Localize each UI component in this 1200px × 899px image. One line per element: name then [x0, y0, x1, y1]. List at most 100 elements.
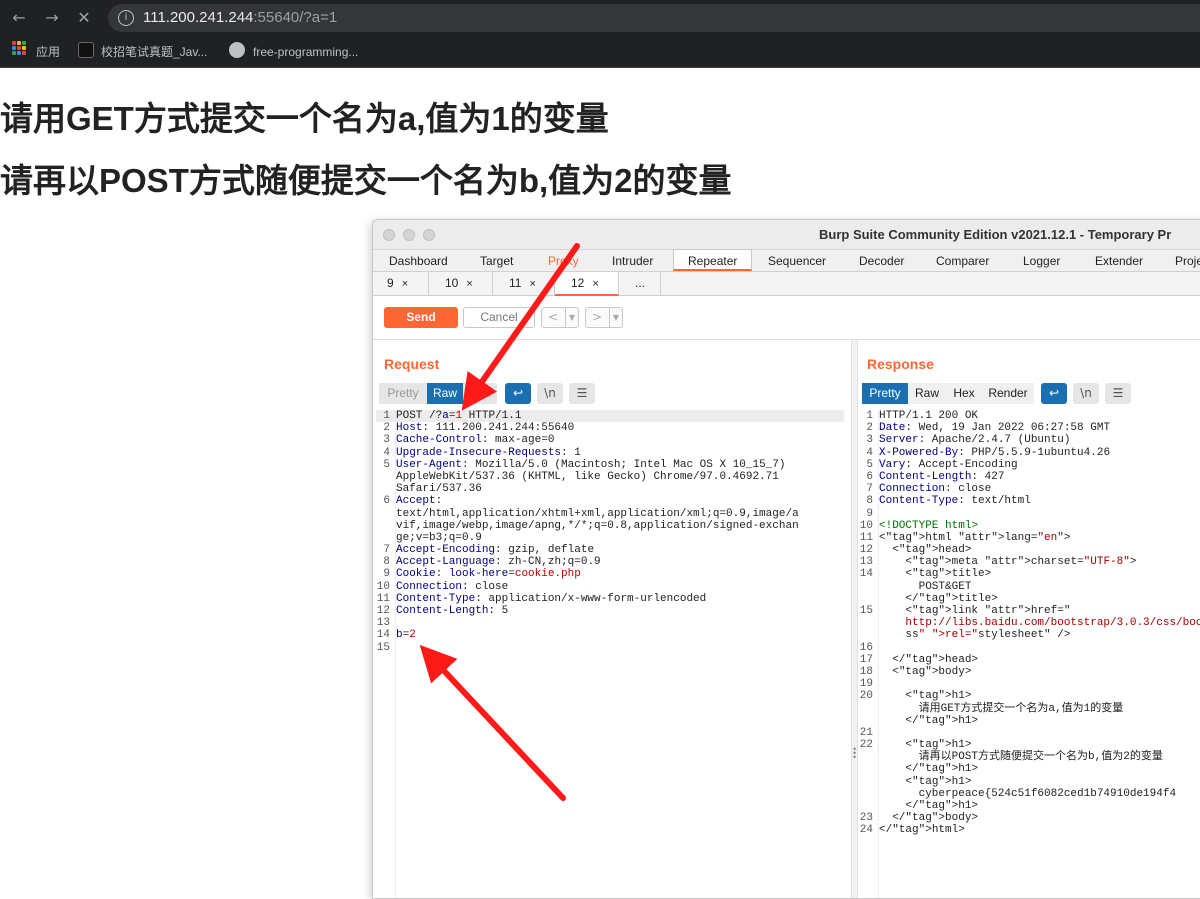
- code-line[interactable]: 20 <"tag">h1>: [859, 690, 1200, 702]
- next-request-button[interactable]: > ▼: [585, 307, 623, 328]
- bookmark-free-programming[interactable]: free-programming...: [253, 43, 358, 61]
- code-line[interactable]: 6 Accept:: [376, 495, 844, 507]
- response-pretty-tab[interactable]: Pretty: [862, 383, 908, 404]
- code-line[interactable]: 10 Connection: close: [376, 581, 844, 593]
- close-icon[interactable]: ×: [529, 278, 535, 290]
- code-line[interactable]: 请用GET方式提交一个名为a,值为1的变量: [859, 703, 1200, 715]
- code-line[interactable]: 22 <"tag">h1>: [859, 739, 1200, 751]
- tab-logger[interactable]: Logger: [1023, 250, 1060, 272]
- sub-tab-10[interactable]: 10 ×: [429, 272, 493, 296]
- code-line[interactable]: 1 POST /?a=1 HTTP/1.1: [376, 410, 844, 423]
- code-line[interactable]: 17 </"tag">head>: [859, 654, 1200, 666]
- tab-comparer[interactable]: Comparer: [936, 250, 989, 272]
- tab-proxy[interactable]: Proxy: [548, 250, 579, 272]
- code-line[interactable]: 2 Host: 111.200.241.244:55640: [376, 422, 844, 434]
- response-raw-tab[interactable]: Raw: [908, 383, 946, 404]
- close-icon[interactable]: ×: [402, 278, 408, 290]
- tab-target[interactable]: Target: [480, 250, 513, 272]
- code-line[interactable]: ge;v=b3;q=0.9: [376, 532, 844, 544]
- sub-tab-9[interactable]: 9 ×: [373, 272, 429, 296]
- sub-tab-more[interactable]: ...: [619, 272, 661, 296]
- code-line[interactable]: 3 Cache-Control: max-age=0: [376, 434, 844, 446]
- code-line[interactable]: <"tag">h1>: [859, 776, 1200, 788]
- code-line[interactable]: </"tag">title>: [859, 593, 1200, 605]
- bookmark-apps[interactable]: 应用: [36, 43, 60, 61]
- code-line[interactable]: 18 <"tag">body>: [859, 666, 1200, 678]
- request-pretty-tab[interactable]: Pretty: [379, 383, 427, 404]
- sub-tab-12[interactable]: 12 ×: [555, 272, 619, 296]
- code-line[interactable]: </"tag">h1>: [859, 800, 1200, 812]
- code-line[interactable]: 16: [859, 642, 1200, 654]
- tab-sequencer[interactable]: Sequencer: [768, 250, 826, 272]
- chevron-down-icon[interactable]: ▼: [609, 308, 622, 327]
- code-line[interactable]: 9 Cookie: look-here=cookie.php: [376, 568, 844, 580]
- wrap-lines-icon[interactable]: ↩: [1041, 383, 1067, 404]
- tab-dashboard[interactable]: Dashboard: [389, 250, 448, 272]
- code-line[interactable]: 5 Vary: Accept-Encoding: [859, 459, 1200, 471]
- code-line[interactable]: 10 <!DOCTYPE html>: [859, 520, 1200, 532]
- minimize-window-icon[interactable]: [403, 229, 415, 241]
- cancel-button[interactable]: Cancel: [463, 307, 535, 328]
- code-line[interactable]: text/html,application/xhtml+xml,applicat…: [376, 508, 844, 520]
- code-line[interactable]: AppleWebKit/537.36 (KHTML, like Gecko) C…: [376, 471, 844, 483]
- forward-icon[interactable]: →: [42, 8, 62, 28]
- previous-request-button[interactable]: < ▼: [541, 307, 579, 328]
- chevron-down-icon[interactable]: ▼: [565, 308, 578, 327]
- menu-icon[interactable]: ☰: [569, 383, 595, 404]
- code-line[interactable]: 14 b=2: [376, 629, 844, 641]
- code-line[interactable]: Safari/537.36: [376, 483, 844, 495]
- stop-icon[interactable]: ✕: [74, 8, 94, 28]
- back-icon[interactable]: ←: [9, 8, 29, 28]
- code-line[interactable]: http://libs.baidu.com/bootstrap/3.0.3/cs…: [859, 617, 1200, 629]
- code-line[interactable]: 1 HTTP/1.1 200 OK: [859, 410, 1200, 422]
- splitter-grip-icon[interactable]: • • •: [853, 745, 856, 762]
- close-icon[interactable]: ×: [592, 278, 598, 290]
- code-line[interactable]: 8 Accept-Language: zh-CN,zh;q=0.9: [376, 556, 844, 568]
- info-icon[interactable]: i: [118, 10, 134, 26]
- code-line[interactable]: 4 X-Powered-By: PHP/5.5.9-1ubuntu4.26: [859, 447, 1200, 459]
- url-text[interactable]: 111.200.241.244:55640/?a=1: [143, 9, 337, 26]
- pane-splitter[interactable]: [851, 340, 858, 898]
- sub-tab-11[interactable]: 11 ×: [493, 272, 555, 296]
- send-button[interactable]: Send: [384, 307, 458, 328]
- request-raw-tab[interactable]: Raw: [427, 383, 463, 404]
- code-line[interactable]: 23 </"tag">body>: [859, 812, 1200, 824]
- code-line[interactable]: 4 Upgrade-Insecure-Requests: 1: [376, 447, 844, 459]
- show-newlines-icon[interactable]: \n: [537, 383, 563, 404]
- code-line[interactable]: 14 <"tag">title>: [859, 568, 1200, 580]
- code-line[interactable]: 15: [376, 642, 844, 654]
- code-line[interactable]: 15 <"tag">link "attr">href=": [859, 605, 1200, 617]
- code-line[interactable]: 7 Connection: close: [859, 483, 1200, 495]
- code-line[interactable]: </"tag">h1>: [859, 763, 1200, 775]
- tab-extender[interactable]: Extender: [1095, 250, 1143, 272]
- close-window-icon[interactable]: [383, 229, 395, 241]
- response-editor[interactable]: 1 HTTP/1.1 200 OK 2 Date: Wed, 19 Jan 2022 …: [859, 410, 1200, 837]
- tab-repeater[interactable]: Repeater: [673, 249, 753, 271]
- zoom-window-icon[interactable]: [423, 229, 435, 241]
- code-line[interactable]: 8 Content-Type: text/html: [859, 495, 1200, 507]
- code-line[interactable]: vif,image/webp,image/apng,*/*;q=0.8,appl…: [376, 520, 844, 532]
- close-icon[interactable]: ×: [466, 278, 472, 290]
- code-line[interactable]: 2 Date: Wed, 19 Jan 2022 06:27:58 GMT: [859, 422, 1200, 434]
- tab-project[interactable]: Proje: [1175, 250, 1200, 272]
- code-line[interactable]: 13: [376, 617, 844, 629]
- response-render-tab[interactable]: Render: [982, 383, 1034, 404]
- code-line[interactable]: 6 Content-Length: 427: [859, 471, 1200, 483]
- code-line[interactable]: 5 User-Agent: Mozilla/5.0 (Macintosh; Int…: [376, 459, 844, 471]
- show-newlines-icon[interactable]: \n: [1073, 383, 1099, 404]
- wrap-lines-icon[interactable]: ↩: [505, 383, 531, 404]
- code-line[interactable]: 12 <"tag">head>: [859, 544, 1200, 556]
- tab-intruder[interactable]: Intruder: [612, 250, 653, 272]
- code-line[interactable]: cyberpeace{524c51f6082ced1b74910de194f4: [859, 788, 1200, 800]
- code-line[interactable]: 11 <"tag">html "attr">lang="en">: [859, 532, 1200, 544]
- code-line[interactable]: 21: [859, 727, 1200, 739]
- code-line[interactable]: 3 Server: Apache/2.4.7 (Ubuntu): [859, 434, 1200, 446]
- bookmark-nowcoder[interactable]: 校招笔试真题_Jav...: [101, 43, 207, 61]
- code-line[interactable]: 12 Content-Length: 5: [376, 605, 844, 617]
- menu-icon[interactable]: ☰: [1105, 383, 1131, 404]
- response-hex-tab[interactable]: Hex: [946, 383, 982, 404]
- code-line[interactable]: POST&GET: [859, 581, 1200, 593]
- code-line[interactable]: ss" ">rel="stylesheet" />: [859, 629, 1200, 641]
- code-line[interactable]: </"tag">h1>: [859, 715, 1200, 727]
- code-line[interactable]: 11 Content-Type: application/x-www-form-u…: [376, 593, 844, 605]
